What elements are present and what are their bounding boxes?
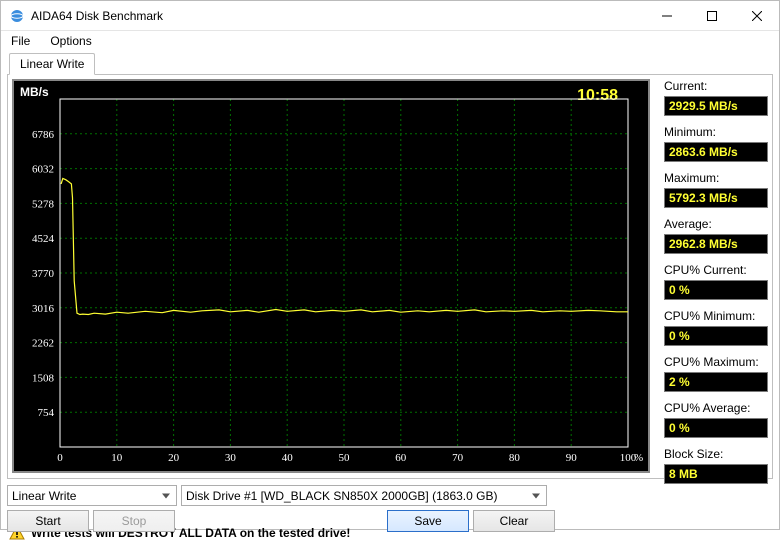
svg-text:10: 10 [111,452,123,464]
svg-text:4524: 4524 [32,233,55,245]
stat-minimum-value: 2863.6 MB/s [664,142,768,162]
svg-text:90: 90 [566,452,578,464]
stat-cpu-current-value: 0 % [664,280,768,300]
svg-text:6032: 6032 [32,164,54,176]
drive-value: Disk Drive #1 [WD_BLACK SN850X 2000GB] (… [186,489,497,503]
stat-cpu-minimum-value: 0 % [664,326,768,346]
svg-text:754: 754 [38,407,55,419]
svg-text:2262: 2262 [32,338,54,350]
stat-cpu-minimum-label: CPU% Minimum: [664,309,768,323]
bottom-controls: Linear Write Disk Drive #1 [WD_BLACK SN8… [7,483,773,534]
svg-text:70: 70 [452,452,464,464]
stats-panel: Current: 2929.5 MB/s Minimum: 2863.6 MB/… [664,79,768,490]
test-type-value: Linear Write [12,489,76,503]
benchmark-chart: MB/s 10:58 75415082262301637704524527860… [12,79,650,473]
stat-current-label: Current: [664,79,768,93]
svg-text:5278: 5278 [32,198,55,210]
app-icon [9,8,25,24]
stat-cpu-maximum-label: CPU% Maximum: [664,355,768,369]
svg-text:0: 0 [57,452,63,464]
chart-canvas: 754 1508 2262 3016 3770 4524 5278 6032 6786 0 10 20… [14,81,648,471]
test-type-select[interactable]: Linear Write [7,485,177,506]
stat-block-size-value: 8 MB [664,464,768,484]
title-bar: AIDA64 Disk Benchmark [1,1,779,31]
svg-text:30: 30 [225,452,237,464]
stat-cpu-current-label: CPU% Current: [664,263,768,277]
stat-minimum-label: Minimum: [664,125,768,139]
clear-button[interactable]: Clear [473,510,555,532]
close-button[interactable] [734,1,779,31]
tab-linear-write[interactable]: Linear Write [9,53,95,75]
stat-block-size-label: Block Size: [664,447,768,461]
stat-average-label: Average: [664,217,768,231]
stat-current-value: 2929.5 MB/s [664,96,768,116]
svg-text:%: % [634,452,643,464]
svg-text:6786: 6786 [32,129,55,141]
svg-text:3016: 3016 [32,303,55,315]
minimize-button[interactable] [644,1,689,31]
drive-select[interactable]: Disk Drive #1 [WD_BLACK SN850X 2000GB] (… [181,485,547,506]
stat-maximum-value: 5792.3 MB/s [664,188,768,208]
stat-cpu-average-value: 0 % [664,418,768,438]
tab-panel: MB/s 10:58 75415082262301637704524527860… [7,74,773,479]
svg-text:60: 60 [395,452,407,464]
svg-text:20: 20 [168,452,180,464]
menu-bar: File Options [1,31,779,51]
stat-cpu-average-label: CPU% Average: [664,401,768,415]
menu-file[interactable]: File [7,33,34,49]
content-frame: Linear Write MB/s 10:58 7541508226230163… [7,53,773,525]
stat-cpu-maximum-value: 2 % [664,372,768,392]
start-button[interactable]: Start [7,510,89,532]
stat-average-value: 2962.8 MB/s [664,234,768,254]
tab-strip: Linear Write [9,53,95,75]
svg-text:1508: 1508 [32,372,55,384]
menu-options[interactable]: Options [46,33,95,49]
svg-text:80: 80 [509,452,521,464]
svg-text:40: 40 [282,452,294,464]
maximize-button[interactable] [689,1,734,31]
save-button[interactable]: Save [387,510,469,532]
svg-text:50: 50 [339,452,351,464]
stop-button[interactable]: Stop [93,510,175,532]
svg-text:3770: 3770 [32,268,55,280]
window-title: AIDA64 Disk Benchmark [31,9,163,23]
stat-maximum-label: Maximum: [664,171,768,185]
